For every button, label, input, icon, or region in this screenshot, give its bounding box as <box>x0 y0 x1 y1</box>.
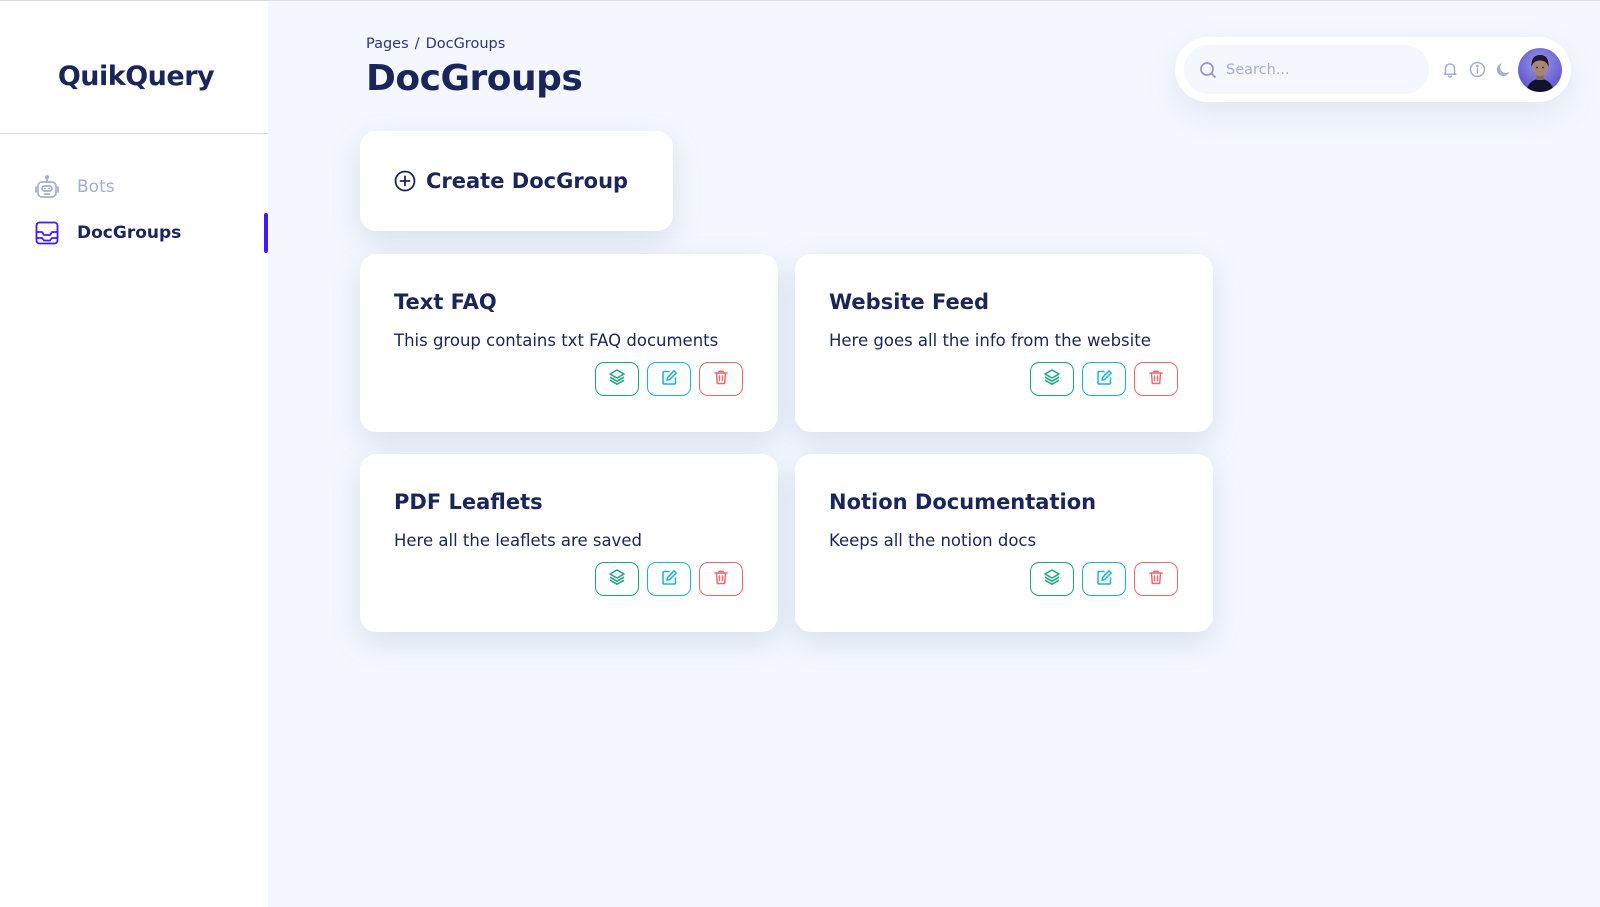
card-title: Notion Documentation <box>829 490 1097 514</box>
trash-icon <box>713 569 729 589</box>
card-description: Here goes all the info from the website <box>829 331 1151 350</box>
sidebar-nav: Bots DocGroups <box>0 167 268 259</box>
edit-button[interactable] <box>647 362 691 396</box>
docgroup-card: Text FAQ This group contains txt FAQ doc… <box>360 254 778 432</box>
card-description: Here all the leaflets are saved <box>394 531 642 550</box>
card-title: Text FAQ <box>394 290 497 314</box>
sidebar: QuikQuery Bots DocGroups <box>0 1 268 907</box>
breadcrumb-separator: / <box>414 36 420 52</box>
delete-button[interactable] <box>699 362 743 396</box>
docgroup-card: Notion Documentation Keeps all the notio… <box>795 454 1213 632</box>
create-docgroup-button[interactable]: Create DocGroup <box>360 131 673 231</box>
moon-icon[interactable] <box>1493 59 1513 79</box>
view-documents-button[interactable] <box>1030 562 1074 596</box>
delete-button[interactable] <box>1134 362 1178 396</box>
search-input[interactable] <box>1226 61 1416 78</box>
breadcrumb-root[interactable]: Pages <box>366 36 409 52</box>
page-title: DocGroups <box>366 58 583 99</box>
trash-icon <box>1148 369 1164 389</box>
search-box <box>1184 45 1429 94</box>
sidebar-item-label: DocGroups <box>77 223 182 243</box>
trash-icon <box>713 369 729 389</box>
robot-icon <box>34 174 60 200</box>
sidebar-item-bots[interactable]: Bots <box>0 167 268 207</box>
inbox-tray-icon <box>34 220 60 246</box>
delete-button[interactable] <box>1134 562 1178 596</box>
active-indicator <box>264 213 268 253</box>
card-description: This group contains txt FAQ documents <box>394 331 719 350</box>
bell-icon[interactable] <box>1440 59 1460 79</box>
create-docgroup-label: Create DocGroup <box>426 169 629 193</box>
avatar[interactable] <box>1518 48 1562 92</box>
card-description: Keeps all the notion docs <box>829 531 1037 550</box>
edit-icon <box>661 369 678 390</box>
header-toolbar <box>1175 37 1571 102</box>
sidebar-item-docgroups[interactable]: DocGroups <box>0 213 268 253</box>
trash-icon <box>1148 569 1164 589</box>
layers-icon <box>608 368 626 390</box>
docgroup-card: Website Feed Here goes all the info from… <box>795 254 1213 432</box>
breadcrumb: Pages / DocGroups <box>366 36 505 52</box>
edit-button[interactable] <box>1082 362 1126 396</box>
edit-icon <box>1096 569 1113 590</box>
info-icon[interactable] <box>1467 59 1487 79</box>
layers-icon <box>1043 568 1061 590</box>
breadcrumb-current[interactable]: DocGroups <box>426 36 506 52</box>
sidebar-divider <box>0 133 268 134</box>
delete-button[interactable] <box>699 562 743 596</box>
plus-circle-icon <box>394 170 416 192</box>
card-title: PDF Leaflets <box>394 490 543 514</box>
view-documents-button[interactable] <box>595 362 639 396</box>
edit-icon <box>661 569 678 590</box>
layers-icon <box>608 568 626 590</box>
edit-icon <box>1096 369 1113 390</box>
edit-button[interactable] <box>647 562 691 596</box>
sidebar-item-label: Bots <box>77 177 115 197</box>
view-documents-button[interactable] <box>595 562 639 596</box>
edit-button[interactable] <box>1082 562 1126 596</box>
card-title: Website Feed <box>829 290 989 314</box>
search-icon <box>1199 61 1217 79</box>
view-documents-button[interactable] <box>1030 362 1074 396</box>
docgroup-card: PDF Leaflets Here all the leaflets are s… <box>360 454 778 632</box>
app-logo: QuikQuery <box>57 61 215 92</box>
layers-icon <box>1043 368 1061 390</box>
